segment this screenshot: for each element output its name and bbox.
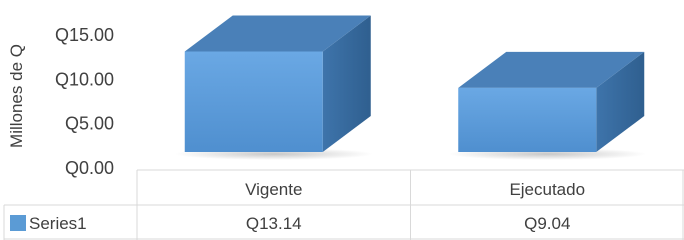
bar-series: [174, 15, 647, 160]
bar-front: [458, 87, 597, 152]
bar-ejecutado: [448, 51, 647, 160]
category-label-1: Ejecutado: [509, 180, 585, 199]
data-table-cells: Vigente Q13.14 Ejecutado Q9.04 Series1: [10, 180, 585, 233]
y-tick-label-1: Q5.00: [65, 114, 114, 134]
y-tick-label-0: Q0.00: [65, 158, 114, 178]
bar-chart: Millones de Q Q0.00 Q5.00 Q10.00 Q15.00 Vig…: [3, 15, 684, 240]
bar-vigente: [174, 15, 373, 160]
y-tick-label-2: Q10.00: [55, 69, 114, 89]
value-label-1: Q9.04: [524, 214, 570, 233]
data-table: Vigente Q13.14 Ejecutado Q9.04 Series1: [3, 169, 684, 240]
legend-label: Series1: [29, 214, 87, 233]
y-tick-label-3: Q15.00: [55, 25, 114, 45]
value-label-0: Q13.14: [246, 214, 302, 233]
category-label-0: Vigente: [245, 180, 302, 199]
bar-front: [184, 51, 323, 152]
legend-swatch: [10, 215, 26, 231]
y-axis-title: Millones de Q: [7, 44, 26, 148]
y-axis-ticks: Q0.00 Q5.00 Q10.00 Q15.00: [55, 25, 114, 178]
